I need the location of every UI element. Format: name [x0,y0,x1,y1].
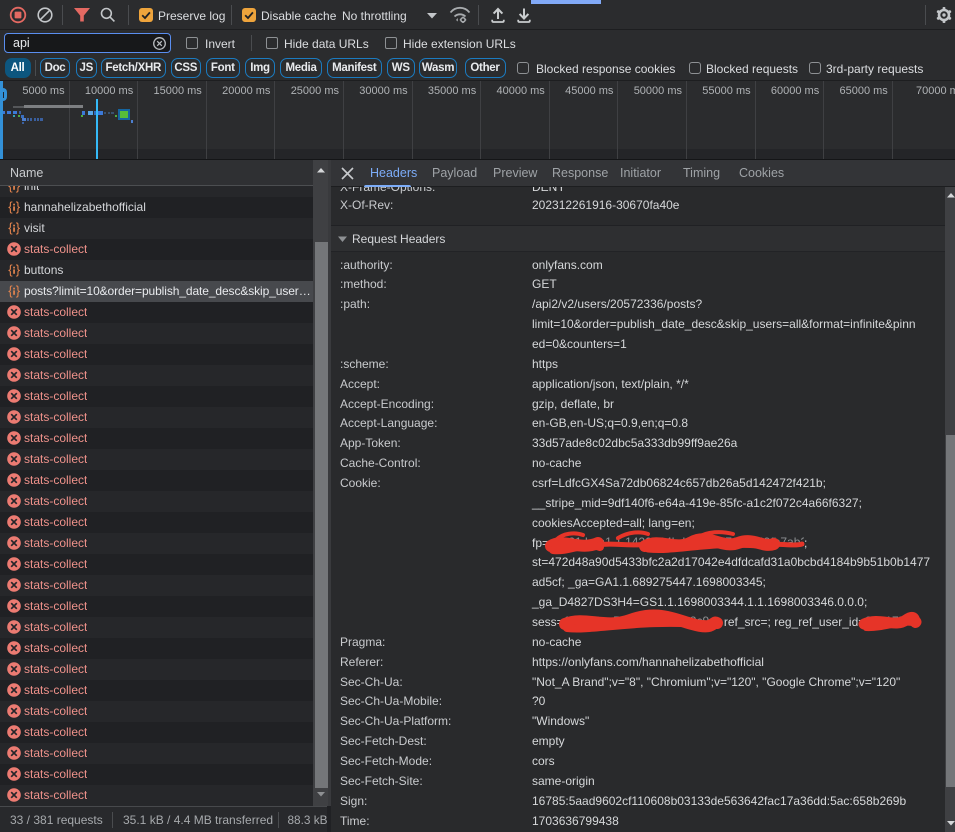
svg-text:{: { [8,200,13,214]
svg-text:}: } [16,263,21,277]
svg-text:}: } [16,221,21,235]
svg-text:}: } [16,200,21,214]
svg-text:}: } [16,284,21,298]
svg-text:{: { [8,221,13,235]
svg-text:{: { [8,284,13,298]
svg-text:{: { [8,263,13,277]
